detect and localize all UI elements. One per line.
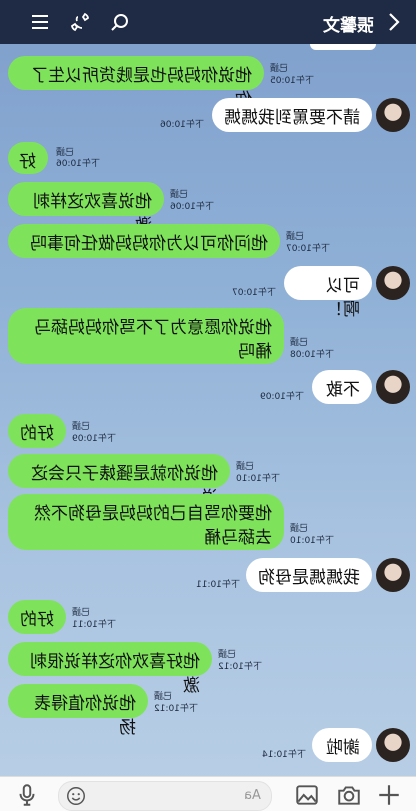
- chat-title: 張馨文: [323, 16, 374, 36]
- read-receipt: 已讀: [290, 338, 309, 348]
- timestamp: 下午10:06: [160, 120, 204, 130]
- timestamp: 下午10:12: [218, 662, 262, 672]
- image-icon[interactable]: [294, 782, 320, 808]
- camera-icon[interactable]: [336, 782, 362, 808]
- timestamp: 下午10:06: [170, 202, 214, 212]
- timestamp: 下午10:11: [72, 620, 116, 630]
- timestamp: 下午10:10: [236, 474, 280, 484]
- message-bubble[interactable]: 可以啊！: [284, 266, 372, 320]
- avatar[interactable]: [376, 266, 410, 300]
- message-bubble[interactable]: 他要你骂自己的妈妈是母狗不然去舔马桶: [8, 494, 284, 550]
- message-row: 下午10:09 不敢: [0, 370, 416, 406]
- read-receipt: 已讀: [218, 650, 237, 660]
- message-row: 下午10:11 我媽媽是母狗: [0, 558, 416, 594]
- message-bubble[interactable]: 不敢: [312, 370, 372, 404]
- message-row: 他要你骂自己的妈妈是母狗不然去舔马桶 已讀 下午10:10: [0, 494, 416, 552]
- composer-bar: Aa: [0, 776, 416, 811]
- menu-icon[interactable]: [28, 10, 52, 34]
- message-bubble[interactable]: 好的: [8, 600, 66, 634]
- read-receipt: 已讀: [270, 64, 289, 74]
- message-row: 他说你愿意为了不骂你妈妈舔马桶吗 已讀 下午10:08: [0, 308, 416, 366]
- message-row: 他说你值得表扬 已讀 下午10:12: [0, 684, 416, 738]
- back-icon[interactable]: [382, 10, 406, 34]
- timestamp: 下午10:08: [290, 350, 334, 360]
- phone-icon[interactable]: [68, 10, 92, 34]
- message-row: 下午10:14 謝啦: [0, 728, 416, 764]
- chat-area[interactable]: 他说你妈妈也是贱货所以生了你 已讀 下午10:05 下午10:06 請不要罵到我…: [0, 44, 416, 776]
- timestamp: 下午10:07: [232, 288, 276, 298]
- timestamp: 下午10:14: [262, 750, 306, 760]
- input-placeholder: Aa: [244, 788, 261, 803]
- message-row: 他好喜欢你这样说很刺激 已讀 下午10:12: [0, 642, 416, 696]
- message-bubble[interactable]: 好的: [8, 414, 66, 448]
- message-row: 好的 已讀 下午10:11: [0, 600, 416, 636]
- read-receipt: 已讀: [236, 462, 255, 472]
- message-bubble[interactable]: 我媽媽是母狗: [246, 558, 372, 592]
- timestamp: 下午10:10: [290, 536, 334, 546]
- timestamp: 下午10:11: [196, 580, 240, 590]
- emoji-icon[interactable]: [65, 785, 87, 807]
- message-bubble[interactable]: 他说你就是骚婊子只会这说: [8, 454, 230, 508]
- message-bubble[interactable]: 他说你妈妈也是贱货所以生了你: [8, 56, 264, 110]
- message-row: 下午10:07 可以啊！: [0, 266, 416, 320]
- read-receipt: 已讀: [72, 608, 91, 618]
- timestamp: 下午10:09: [72, 434, 116, 444]
- message-bubble[interactable]: 請不要罵到我媽媽: [212, 98, 372, 132]
- timestamp: 下午10:12: [154, 704, 198, 714]
- message-row: 他说你就是骚婊子只会这说 已讀 下午10:10: [0, 454, 416, 508]
- partial-bubble: [310, 44, 376, 50]
- message-bubble[interactable]: 他说喜欢这样刺激: [8, 182, 164, 236]
- message-row: 下午10:06 請不要罵到我媽媽: [0, 98, 416, 134]
- chat-header: 張馨文: [0, 0, 416, 44]
- message-input[interactable]: Aa: [58, 781, 272, 811]
- message-bubble[interactable]: 他问你可以为你妈妈做任何事吗: [8, 224, 280, 258]
- avatar[interactable]: [376, 370, 410, 404]
- message-bubble[interactable]: 謝啦: [312, 728, 372, 762]
- read-receipt: 已讀: [154, 692, 173, 702]
- read-receipt: 已讀: [56, 148, 75, 158]
- search-icon[interactable]: [108, 10, 132, 34]
- message-row: 好 已讀 下午10:06: [0, 142, 416, 176]
- message-bubble[interactable]: 他说你愿意为了不骂你妈妈舔马桶吗: [8, 308, 284, 364]
- read-receipt: 已讀: [290, 524, 309, 534]
- timestamp: 下午10:05: [270, 76, 314, 86]
- avatar[interactable]: [376, 558, 410, 592]
- avatar[interactable]: [376, 98, 410, 132]
- message-row: 他说你妈妈也是贱货所以生了你 已讀 下午10:05: [0, 56, 416, 110]
- message-row: 好的 已讀 下午10:09: [0, 414, 416, 450]
- timestamp: 下午10:06: [56, 159, 100, 169]
- timestamp: 下午10:07: [286, 244, 330, 254]
- plus-icon[interactable]: [376, 782, 402, 808]
- message-row: 他说喜欢这样刺激 已讀 下午10:06: [0, 182, 416, 236]
- read-receipt: 已讀: [286, 232, 305, 242]
- microphone-icon[interactable]: [14, 782, 40, 808]
- avatar[interactable]: [376, 728, 410, 762]
- read-receipt: 已讀: [72, 422, 91, 432]
- timestamp: 下午10:09: [260, 392, 304, 402]
- message-bubble[interactable]: 好: [8, 142, 48, 174]
- message-row: 他问你可以为你妈妈做任何事吗 已讀 下午10:07: [0, 224, 416, 260]
- read-receipt: 已讀: [170, 190, 189, 200]
- message-bubble[interactable]: 他说你值得表扬: [8, 684, 148, 738]
- message-bubble[interactable]: 他好喜欢你这样说很刺激: [8, 642, 212, 696]
